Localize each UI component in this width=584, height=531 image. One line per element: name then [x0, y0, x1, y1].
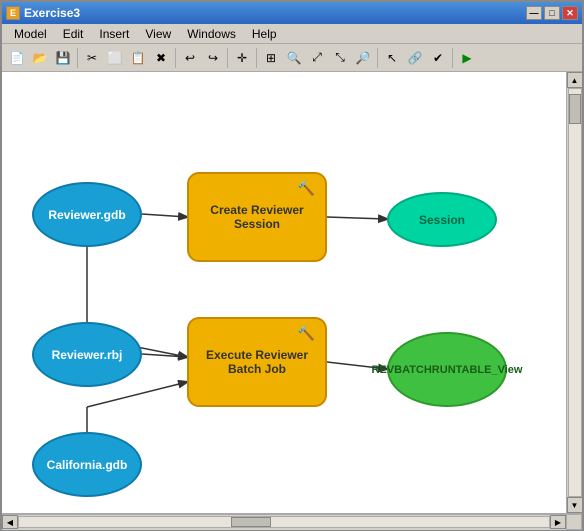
toolbar-sep-1 [77, 48, 78, 68]
main-window: E Exercise3 — □ ✕ Model Edit Insert View… [0, 0, 584, 531]
toolbar-sep-3 [227, 48, 228, 68]
toolbar: 📄 📂 💾 ✂ ⬜ 📋 ✖ ↩ ↪ ✛ ⊞ 🔍 ⤢ ⤡ 🔎 ↖ 🔗 ✔ ▶ [2, 44, 582, 72]
toolbar-open[interactable]: 📂 [29, 47, 51, 69]
diagram-canvas[interactable]: Reviewer.gdb 🔨 Create Reviewer Session S… [2, 72, 566, 513]
toolbar-cut[interactable]: ✂ [81, 47, 103, 69]
menu-view[interactable]: View [137, 25, 179, 43]
toolbar-sep-6 [452, 48, 453, 68]
scroll-corner [566, 514, 582, 530]
scroll-right-button[interactable]: ▶ [550, 515, 566, 529]
node-california-gdb[interactable]: California.gdb [32, 432, 142, 497]
hammer-icon-1: 🔨 [298, 180, 315, 197]
toolbar-save[interactable]: 💾 [52, 47, 74, 69]
toolbar-delete[interactable]: ✖ [150, 47, 172, 69]
node-execute-batch[interactable]: 🔨 Execute Reviewer Batch Job [187, 317, 327, 407]
toolbar-new[interactable]: 📄 [6, 47, 28, 69]
bottom-bar: ◀ ▶ [2, 513, 582, 529]
toolbar-sep-4 [256, 48, 257, 68]
window-controls: — □ ✕ [526, 6, 578, 20]
close-button[interactable]: ✕ [562, 6, 578, 20]
menu-windows[interactable]: Windows [179, 25, 244, 43]
node-session[interactable]: Session [387, 192, 497, 247]
toolbar-check[interactable]: ✔ [427, 47, 449, 69]
toolbar-redo[interactable]: ↪ [202, 47, 224, 69]
title-bar: E Exercise3 — □ ✕ [2, 2, 582, 24]
title-bar-text: E Exercise3 [6, 6, 80, 20]
scroll-v-track[interactable] [568, 88, 582, 497]
node-reviewer-rbj[interactable]: Reviewer.rbj [32, 322, 142, 387]
scroll-h-thumb[interactable] [231, 517, 271, 527]
toolbar-collapse[interactable]: ⤡ [329, 47, 351, 69]
scroll-up-button[interactable]: ▲ [567, 72, 583, 88]
toolbar-paste[interactable]: 📋 [127, 47, 149, 69]
horizontal-scrollbar[interactable]: ◀ ▶ [2, 514, 566, 530]
toolbar-link[interactable]: 🔗 [404, 47, 426, 69]
toolbar-zoom-out[interactable]: 🔎 [352, 47, 374, 69]
menu-model[interactable]: Model [6, 25, 55, 43]
toolbar-select[interactable]: ↖ [381, 47, 403, 69]
toolbar-add[interactable]: ✛ [231, 47, 253, 69]
toolbar-copy[interactable]: ⬜ [104, 47, 126, 69]
toolbar-expand[interactable]: ⤢ [306, 47, 328, 69]
toolbar-undo[interactable]: ↩ [179, 47, 201, 69]
content-area: Reviewer.gdb 🔨 Create Reviewer Session S… [2, 72, 582, 513]
node-create-session[interactable]: 🔨 Create Reviewer Session [187, 172, 327, 262]
vertical-scrollbar[interactable]: ▲ ▼ [566, 72, 582, 513]
node-reviewer-gdb[interactable]: Reviewer.gdb [32, 182, 142, 247]
toolbar-run[interactable]: ▶ [456, 47, 478, 69]
menu-edit[interactable]: Edit [55, 25, 92, 43]
maximize-button[interactable]: □ [544, 6, 560, 20]
scroll-v-thumb[interactable] [569, 94, 581, 124]
minimize-button[interactable]: — [526, 6, 542, 20]
window-title: Exercise3 [24, 6, 80, 20]
toolbar-grid[interactable]: ⊞ [260, 47, 282, 69]
menu-bar: Model Edit Insert View Windows Help [2, 24, 582, 44]
toolbar-sep-5 [377, 48, 378, 68]
menu-help[interactable]: Help [244, 25, 285, 43]
app-icon: E [6, 6, 20, 20]
scroll-left-button[interactable]: ◀ [2, 515, 18, 529]
node-revbatch[interactable]: REVBATCHRUNTABLE_View [387, 332, 507, 407]
toolbar-sep-2 [175, 48, 176, 68]
toolbar-zoom-in[interactable]: 🔍 [283, 47, 305, 69]
hammer-icon-2: 🔨 [298, 325, 315, 342]
menu-insert[interactable]: Insert [91, 25, 137, 43]
scroll-down-button[interactable]: ▼ [567, 497, 583, 513]
scroll-h-track[interactable] [18, 516, 550, 528]
